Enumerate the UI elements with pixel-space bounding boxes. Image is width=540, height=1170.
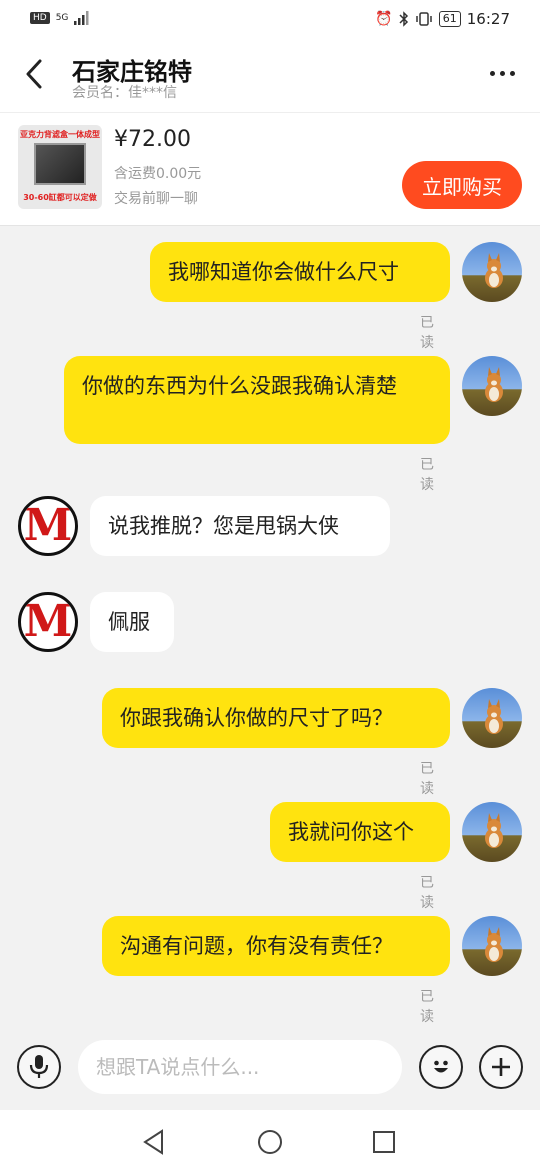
- chat-messages[interactable]: 我哪知道你会做什么尺寸 已读 你做的东西为什么没跟我确认清楚 已读 M 说我推脱…: [0, 226, 540, 1026]
- read-status: 已读: [420, 989, 434, 1025]
- network-type: 5G: [55, 13, 69, 23]
- message-text: 佩服: [108, 610, 150, 634]
- message-text: 说我推脱？您是甩锅大侠: [108, 514, 339, 538]
- vibrate-icon: [416, 12, 432, 26]
- thumb-top-text: 亚克力背滤盒一体成型: [20, 130, 100, 139]
- chat-hint: 交易前聊一聊: [114, 191, 198, 207]
- avatar[interactable]: [462, 688, 522, 748]
- input-bar: [0, 1026, 540, 1110]
- nav-back-button[interactable]: [136, 1124, 172, 1160]
- clock: 16:27: [466, 10, 510, 28]
- emoji-button[interactable]: [419, 1045, 463, 1089]
- dog-icon: [485, 927, 503, 962]
- member-name: 会员名：佳***信: [72, 85, 177, 101]
- buy-now-button[interactable]: 立即购买: [402, 161, 522, 209]
- back-button[interactable]: [14, 54, 54, 94]
- dog-icon: [485, 699, 503, 734]
- alarm-icon: ⏰: [375, 11, 393, 27]
- message-text: 我哪知道你会做什么尺寸: [168, 260, 399, 284]
- message-bubble[interactable]: 佩服: [90, 592, 174, 652]
- product-card[interactable]: 亚克力背滤盒一体成型 30-60缸都可以定做 ¥72.00 含运费0.00元 交…: [0, 112, 540, 226]
- avatar[interactable]: [462, 242, 522, 302]
- hd-badge: HD: [30, 12, 50, 24]
- message-bubble[interactable]: 你跟我确认你做的尺寸了吗？: [102, 688, 450, 748]
- system-nav-bar: [0, 1110, 540, 1170]
- seller-logo: M: [23, 596, 73, 647]
- message-bubble[interactable]: 沟通有问题，你有没有责任？: [102, 916, 450, 976]
- product-price: ¥72.00: [114, 127, 191, 152]
- dog-icon: [485, 253, 503, 288]
- message-text: 沟通有问题，你有没有责任？: [120, 934, 393, 958]
- product-thumbnail[interactable]: 亚克力背滤盒一体成型 30-60缸都可以定做: [18, 125, 102, 209]
- seller-avatar[interactable]: M: [18, 592, 78, 652]
- shipping-fee: 含运费0.00元: [114, 166, 202, 182]
- product-image: [34, 143, 86, 185]
- read-status: 已读: [420, 457, 434, 493]
- avatar[interactable]: [462, 916, 522, 976]
- emoji-icon: [434, 1060, 448, 1073]
- message-text: 你跟我确认你做的尺寸了吗？: [120, 706, 393, 730]
- plus-icon: [492, 1058, 510, 1076]
- microphone-icon: [29, 1055, 49, 1078]
- triangle-back-icon: [143, 1129, 163, 1155]
- seller-avatar[interactable]: M: [18, 496, 78, 556]
- chevron-left-icon: [26, 59, 42, 89]
- message-input[interactable]: [78, 1040, 402, 1094]
- message-text: 你做的东西为什么没跟我确认清楚: [82, 374, 397, 398]
- circle-home-icon: [258, 1130, 282, 1154]
- avatar[interactable]: [462, 802, 522, 862]
- more-dots-icon: [499, 70, 505, 76]
- message-bubble[interactable]: 我就问你这个: [270, 802, 450, 862]
- read-status: 已读: [420, 761, 434, 797]
- voice-button[interactable]: [17, 1045, 61, 1089]
- message-bubble[interactable]: 你做的东西为什么没跟我确认清楚: [64, 356, 450, 444]
- more-dots-icon: [489, 70, 495, 76]
- more-button[interactable]: [478, 58, 526, 88]
- status-bar: HD 5G ⏰ 61 16:27: [0, 0, 540, 40]
- dog-icon: [485, 813, 503, 848]
- battery-icon: 61: [438, 11, 461, 27]
- avatar[interactable]: [462, 356, 522, 416]
- read-status: 已读: [420, 315, 434, 351]
- status-left: HD 5G: [30, 11, 90, 25]
- add-button[interactable]: [479, 1045, 523, 1089]
- nav-home-button[interactable]: [252, 1124, 288, 1160]
- thumb-bottom-text: 30-60缸都可以定做: [23, 193, 97, 202]
- seller-logo: M: [23, 500, 73, 551]
- read-status: 已读: [420, 875, 434, 911]
- square-recent-icon: [373, 1131, 395, 1153]
- message-bubble[interactable]: 我哪知道你会做什么尺寸: [150, 242, 450, 302]
- dog-icon: [485, 367, 503, 402]
- signal-icon: [74, 11, 89, 25]
- nav-recent-button[interactable]: [366, 1124, 402, 1160]
- status-right: ⏰ 61 16:27: [375, 10, 510, 28]
- bluetooth-icon: [399, 11, 408, 27]
- more-dots-icon: [509, 70, 515, 76]
- message-bubble[interactable]: 说我推脱？您是甩锅大侠: [90, 496, 390, 556]
- message-text: 我就问你这个: [288, 820, 414, 844]
- chat-header: 石家庄铭特 会员名：佳***信: [0, 40, 540, 112]
